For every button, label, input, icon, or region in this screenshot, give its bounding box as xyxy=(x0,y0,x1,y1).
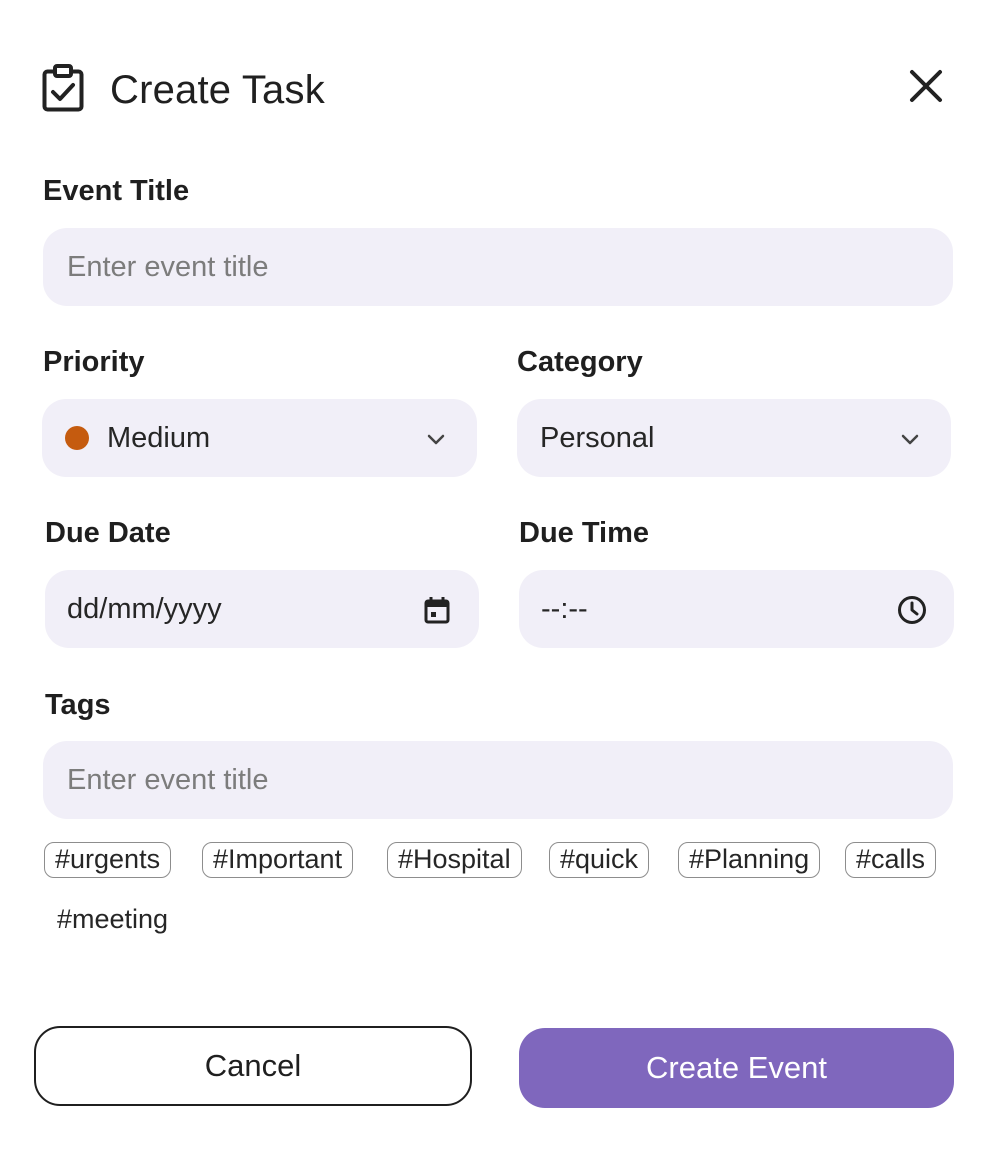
create-event-button[interactable]: Create Event xyxy=(519,1028,954,1108)
event-title-placeholder: Enter event title xyxy=(67,250,269,283)
priority-value: Medium xyxy=(107,421,211,454)
chevron-down-icon xyxy=(427,434,445,445)
priority-label: Priority xyxy=(43,346,145,378)
tag-chip[interactable]: #calls xyxy=(845,842,937,878)
cancel-button[interactable]: Cancel xyxy=(34,1026,472,1106)
dialog-title: Create Task xyxy=(110,68,325,112)
category-label: Category xyxy=(517,346,643,378)
clock-icon[interactable] xyxy=(896,594,928,626)
tag-chip[interactable]: #Hospital xyxy=(387,842,522,878)
due-date-input[interactable]: dd/mm/yyyy xyxy=(45,570,479,648)
tag-chip[interactable]: #quick xyxy=(549,842,650,878)
close-icon[interactable] xyxy=(906,66,946,106)
chevron-down-icon xyxy=(901,434,919,445)
event-title-input[interactable]: Enter event title xyxy=(43,228,953,306)
tag-chip[interactable]: #meeting xyxy=(46,902,180,938)
tag-chip[interactable]: #Planning xyxy=(678,842,821,878)
event-title-label: Event Title xyxy=(43,175,190,207)
due-time-value: --:-- xyxy=(541,592,588,625)
due-time-input[interactable]: --:-- xyxy=(519,570,954,648)
due-date-label: Due Date xyxy=(45,517,171,549)
category-select[interactable]: Personal xyxy=(517,399,951,477)
tags-input[interactable]: Enter event title xyxy=(43,741,953,819)
dialog-header: Create Task xyxy=(42,62,942,118)
due-date-value: dd/mm/yyyy xyxy=(67,592,222,625)
due-time-label: Due Time xyxy=(519,517,650,549)
create-task-dialog: Create Task Event Title Enter event titl… xyxy=(0,0,983,1170)
tags-label: Tags xyxy=(45,689,111,721)
category-value: Personal xyxy=(540,421,655,454)
priority-select[interactable]: Medium xyxy=(42,399,477,477)
tag-suggestions: #urgents #Important #Hospital #quick #Pl… xyxy=(44,842,954,962)
tag-chip[interactable]: #Important xyxy=(202,842,354,878)
calendar-icon[interactable] xyxy=(421,594,453,626)
priority-indicator-dot xyxy=(65,426,89,450)
tag-chip[interactable]: #urgents xyxy=(44,842,172,878)
tags-placeholder: Enter event title xyxy=(67,763,269,796)
clipboard-check-icon xyxy=(42,64,84,112)
